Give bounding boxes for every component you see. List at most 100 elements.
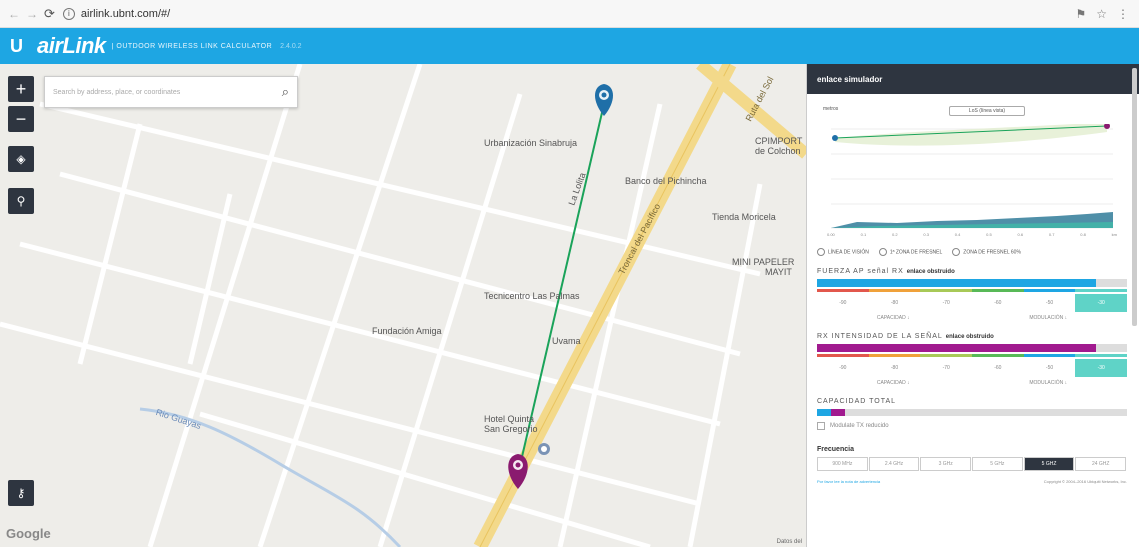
menu-icon[interactable]: ⋮ <box>1117 7 1129 21</box>
profile-x-tick: km <box>1111 232 1117 237</box>
profile-x-tick: 0.1 <box>860 232 867 237</box>
rx-signal-subrow: CAPACIDAD ↓ MODULACIÓN ↓ <box>817 380 1127 386</box>
ap-signal-ticks: -90 -80 -70 -60 -50 -30 <box>817 294 1128 312</box>
ap-signal-fill <box>817 279 1096 287</box>
profile-x-tick: 0.3 <box>923 232 929 237</box>
map-canvas <box>0 64 806 547</box>
ap-signal-subrow: CAPACIDAD ↓ MODULACIÓN ↓ <box>817 315 1127 321</box>
access-point-pin-icon[interactable] <box>595 84 613 116</box>
freq-option[interactable]: 5 GHz <box>972 457 1023 471</box>
map-label: de Colchon <box>755 146 801 156</box>
checkbox-icon[interactable] <box>817 422 825 430</box>
rx-signal-fill <box>817 344 1096 352</box>
map-label: MINI PAPELER <box>732 257 795 267</box>
freq-option-active[interactable]: 5 GHZ <box>1023 457 1075 471</box>
search-input[interactable]: Search by address, place, or coordinates… <box>44 76 298 108</box>
map-label: San Gregorio <box>484 424 538 434</box>
header-version: 2.4.0.2 <box>280 42 302 50</box>
highway-shield-icon <box>538 443 550 455</box>
ap-signal-scale <box>817 289 1128 292</box>
map-label: Tecnicentro Las Palmas <box>484 291 580 301</box>
header-subtitle: | OUTDOOR WIRELESS LINK CALCULATOR <box>111 42 273 50</box>
profile-x-tick: 0.6 <box>1017 232 1024 237</box>
key-icon: ⚷ <box>16 486 26 500</box>
translate-icon[interactable]: ⚑ <box>1075 7 1086 21</box>
panel-scrollbar[interactable] <box>1132 68 1137 326</box>
search-icon[interactable]: ⌕ <box>282 84 289 100</box>
info-icon[interactable]: i <box>62 7 75 20</box>
map-label: Tienda Moricela <box>712 212 776 222</box>
rx-signal-ticks: -90 -80 -70 -60 -50 -30 <box>817 359 1128 377</box>
profile-chart <box>831 124 1113 229</box>
rx-signal-scale <box>817 354 1128 357</box>
profile-x-tick: 0.00 <box>827 232 835 237</box>
zoom-in-button[interactable]: + <box>8 76 34 102</box>
ap-signal-status: enlace obstruido <box>906 269 955 275</box>
capacity-fill <box>817 409 845 416</box>
address-bar[interactable]: airlink.ubnt.com/#/ <box>81 8 170 20</box>
devices-button[interactable]: ⚲ <box>8 188 34 214</box>
rx-capacity-toggle[interactable]: CAPACIDAD ↓ <box>877 380 910 386</box>
rx-modulation-toggle[interactable]: MODULACIÓN ↓ <box>1029 380 1067 386</box>
capacity-title: CAPACIDAD TOTAL <box>817 398 897 405</box>
legend-fresnel-60[interactable]: ZONA DE FRESNEL 60% <box>952 248 1021 256</box>
profile-x-tick: 0.4 <box>954 232 961 237</box>
browser-toolbar: ← → ⟳ i airlink.ubnt.com/#/ ⚑ ☆ ⋮ <box>0 0 1139 28</box>
google-logo: Google <box>6 526 51 541</box>
panel-footer: Por favor lee la nota de advertencia Cop… <box>817 479 1127 484</box>
checkbox-label: Modulate TX reducido <box>830 423 889 429</box>
profile-legend: LÍNEA DE VISIÓN 1ª ZONA DE FRESNEL ZONA … <box>817 248 1127 256</box>
profile-axis-label: metros <box>823 106 839 112</box>
disclaimer-link[interactable]: Por favor lee la nota de advertencia <box>817 479 880 484</box>
rx-signal-status: enlace obstruido <box>945 334 994 340</box>
map-label: Uvama <box>552 336 581 346</box>
layers-icon: ◈ <box>16 152 26 166</box>
airlink-logo[interactable]: airLink <box>37 33 106 59</box>
map-attribution[interactable]: Datos del <box>777 539 802 545</box>
capacity-bar <box>817 409 1127 416</box>
ap-signal-title: FUERZA AP señal RX enlace obstruido <box>817 268 955 275</box>
reload-icon[interactable]: ⟳ <box>44 6 55 22</box>
map-label: Fundación Amiga <box>372 326 442 336</box>
map-label: MAYIT <box>765 267 792 277</box>
back-icon[interactable]: ← <box>8 7 20 21</box>
map-label: Hotel Quinta <box>484 414 535 424</box>
bookmark-star-icon[interactable]: ☆ <box>1096 7 1107 21</box>
profile-x-tick: 0.8 <box>1080 232 1086 237</box>
profile-x-tick: 0.2 <box>891 232 898 237</box>
map-label: Urbanización Sinabruja <box>484 138 578 148</box>
frequency-title: Frecuencia <box>817 446 854 453</box>
tx-reduced-checkbox[interactable]: Modulate TX reducido <box>817 422 1127 430</box>
legend-los[interactable]: LÍNEA DE VISIÓN <box>817 248 869 256</box>
app-header: U airLink | OUTDOOR WIRELESS LINK CALCUL… <box>0 28 1139 64</box>
freq-option[interactable]: 2.4 GHz <box>868 457 920 471</box>
panel-title: enlace simulador <box>807 64 1139 94</box>
freq-option[interactable]: 900 MHz <box>817 457 868 471</box>
key-button[interactable]: ⚷ <box>8 480 34 506</box>
profile-x-tick: 0.7 <box>1048 232 1055 237</box>
layers-button[interactable]: ◈ <box>8 146 34 172</box>
rx-signal-bar <box>817 344 1127 352</box>
frequency-selector: 900 MHz 2.4 GHz 3 GHz 5 GHz 5 GHZ 24 GHZ <box>817 457 1127 471</box>
link-panel: enlace simulador metros LoS (línea vista… <box>806 64 1139 547</box>
search-placeholder: Search by address, place, or coordinates <box>53 88 181 96</box>
los-toggle[interactable]: LoS (línea vista) <box>949 106 1025 116</box>
legend-fresnel[interactable]: 1ª ZONA DE FRESNEL <box>878 248 942 256</box>
map-label: CPIMPORT <box>755 136 803 146</box>
forward-icon[interactable]: → <box>26 7 38 21</box>
profile-x-ticks: 0.00 0.1 0.2 0.3 0.4 0.5 0.6 0.7 0.8 km <box>827 232 1117 237</box>
elevation-profile: metros LoS (línea vista) 0.00 0.1 0.2 0.… <box>817 98 1127 248</box>
pin-pair-icon: ⚲ <box>16 194 26 208</box>
freq-option[interactable]: 3 GHz <box>920 457 972 471</box>
ap-modulation-toggle[interactable]: MODULACIÓN ↓ <box>1029 315 1067 321</box>
profile-x-tick: 0.5 <box>986 232 992 237</box>
zoom-out-button[interactable]: − <box>8 106 34 132</box>
copyright: Copyright © 2004–2016 Ubiquiti Networks,… <box>1043 479 1127 484</box>
ap-signal-bar <box>817 279 1127 287</box>
rx-signal-title: RX INTENSIDAD DE LA SEÑAL enlace obstruid… <box>817 333 994 340</box>
freq-option[interactable]: 24 GHZ <box>1075 457 1127 471</box>
map-label: Banco del Pichincha <box>625 176 707 186</box>
map-area[interactable]: Urbanización Sinabruja CPIMPORT de Colch… <box>0 64 806 547</box>
ubiquiti-logo[interactable]: U <box>10 36 23 57</box>
ap-capacity-toggle[interactable]: CAPACIDAD ↓ <box>877 315 910 321</box>
